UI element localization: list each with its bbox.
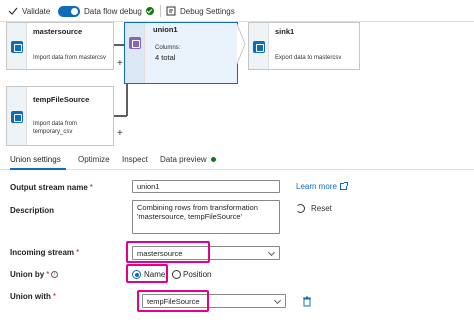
- add-step-button[interactable]: +: [117, 128, 123, 139]
- settings-tabs: Union settings Optimize Inspect Data pre…: [0, 150, 474, 170]
- output-stream-label: Output stream name *: [10, 183, 93, 192]
- checkmark-icon: [8, 7, 18, 15]
- incoming-stream-value: mastersource: [137, 249, 183, 258]
- reset-icon: [296, 204, 305, 213]
- tab-data-preview[interactable]: Data preview: [160, 155, 216, 164]
- node-title: tempFileSource: [33, 95, 90, 104]
- node-description: Import data from temporary_csv: [33, 121, 78, 135]
- tab-inspect[interactable]: Inspect: [122, 155, 148, 164]
- toggle-switch[interactable]: [58, 5, 80, 17]
- radio-position-label: Position: [183, 270, 212, 279]
- external-link-icon: [339, 182, 348, 191]
- radio-name[interactable]: [132, 270, 141, 279]
- union-with-label: Union with *: [10, 292, 56, 301]
- union-with-value: tempFileSource: [147, 297, 200, 306]
- toolbar-divider: [160, 5, 161, 17]
- node-description: Import data from mastercsv: [33, 55, 107, 61]
- node-description: Export data to mastercsv: [275, 55, 342, 61]
- radio-position[interactable]: [172, 270, 181, 279]
- node-side-strip: [249, 23, 269, 69]
- tab-data-preview-label: Data preview: [160, 155, 207, 164]
- delete-icon[interactable]: [302, 296, 312, 307]
- node-sink1[interactable]: sink1 Export data to mastercsv: [248, 22, 360, 70]
- node-side-strip: [7, 23, 27, 69]
- debug-settings-label: Debug Settings: [180, 6, 235, 16]
- toolbar: Validate Data flow debug Debug Settings: [0, 0, 474, 22]
- validate-button[interactable]: Validate: [8, 4, 50, 18]
- node-title: union1: [153, 25, 178, 34]
- reset-button[interactable]: Reset: [296, 204, 332, 213]
- chevron-down-icon: [267, 248, 276, 257]
- node-side-strip: [125, 23, 145, 83]
- required-marker: *: [52, 292, 57, 301]
- required-marker: *: [89, 183, 93, 192]
- active-tab-indicator: [10, 168, 66, 170]
- tab-optimize[interactable]: Optimize: [78, 155, 110, 164]
- learn-more-link[interactable]: Learn more: [296, 182, 348, 191]
- tab-union-settings[interactable]: Union settings: [10, 155, 61, 164]
- debug-status-icon: [145, 7, 154, 15]
- union-with-select[interactable]: tempFileSource: [142, 294, 286, 308]
- source-icon: [11, 41, 23, 53]
- output-stream-label-text: Output stream name: [10, 183, 88, 192]
- info-icon[interactable]: i: [51, 271, 59, 279]
- debug-settings-button[interactable]: Debug Settings: [166, 4, 235, 18]
- node-union1[interactable]: union1 Columns: 4 total: [124, 22, 238, 84]
- required-marker: *: [46, 270, 50, 279]
- settings-icon: [166, 6, 176, 16]
- sink-icon: [253, 41, 265, 53]
- incoming-stream-label-text: Incoming stream: [10, 248, 75, 257]
- incoming-stream-select[interactable]: mastersource: [132, 246, 280, 260]
- node-title: sink1: [275, 27, 295, 36]
- data-flow-debug-toggle[interactable]: Data flow debug: [58, 4, 154, 18]
- columns-label: Columns:: [155, 45, 181, 51]
- node-side-strip: [7, 87, 27, 145]
- node-mastersource[interactable]: mastersource Import data from mastercsv: [6, 22, 114, 70]
- union-by-label-text: Union by: [10, 270, 45, 279]
- reset-label: Reset: [311, 204, 332, 213]
- flow-arrow-icon: [236, 24, 246, 64]
- incoming-stream-label: Incoming stream *: [10, 248, 79, 257]
- radio-name-label: Name: [144, 270, 166, 279]
- validate-label: Validate: [22, 6, 51, 16]
- debug-label: Data flow debug: [84, 6, 142, 16]
- node-title: mastersource: [33, 27, 83, 36]
- union-with-label-text: Union with: [10, 292, 51, 301]
- connector-line: [114, 115, 127, 117]
- chevron-down-icon: [273, 296, 282, 305]
- data-flow-canvas[interactable]: mastersource Import data from mastercsv …: [0, 22, 474, 148]
- source-icon: [11, 111, 23, 123]
- columns-count: 4 total: [155, 53, 176, 62]
- union-by-label: Union by * i: [10, 270, 59, 279]
- required-marker: *: [76, 248, 80, 257]
- description-textarea[interactable]: Combining rows from transformation 'mast…: [132, 200, 280, 234]
- description-label: Description: [10, 206, 55, 215]
- add-step-button[interactable]: +: [117, 58, 123, 69]
- node-tempfilesource[interactable]: tempFileSource Import data from temporar…: [6, 86, 114, 146]
- output-stream-input[interactable]: union1: [132, 180, 280, 193]
- status-dot-icon: [210, 157, 216, 163]
- learn-more-label: Learn more: [296, 182, 337, 191]
- union-icon: [129, 37, 141, 49]
